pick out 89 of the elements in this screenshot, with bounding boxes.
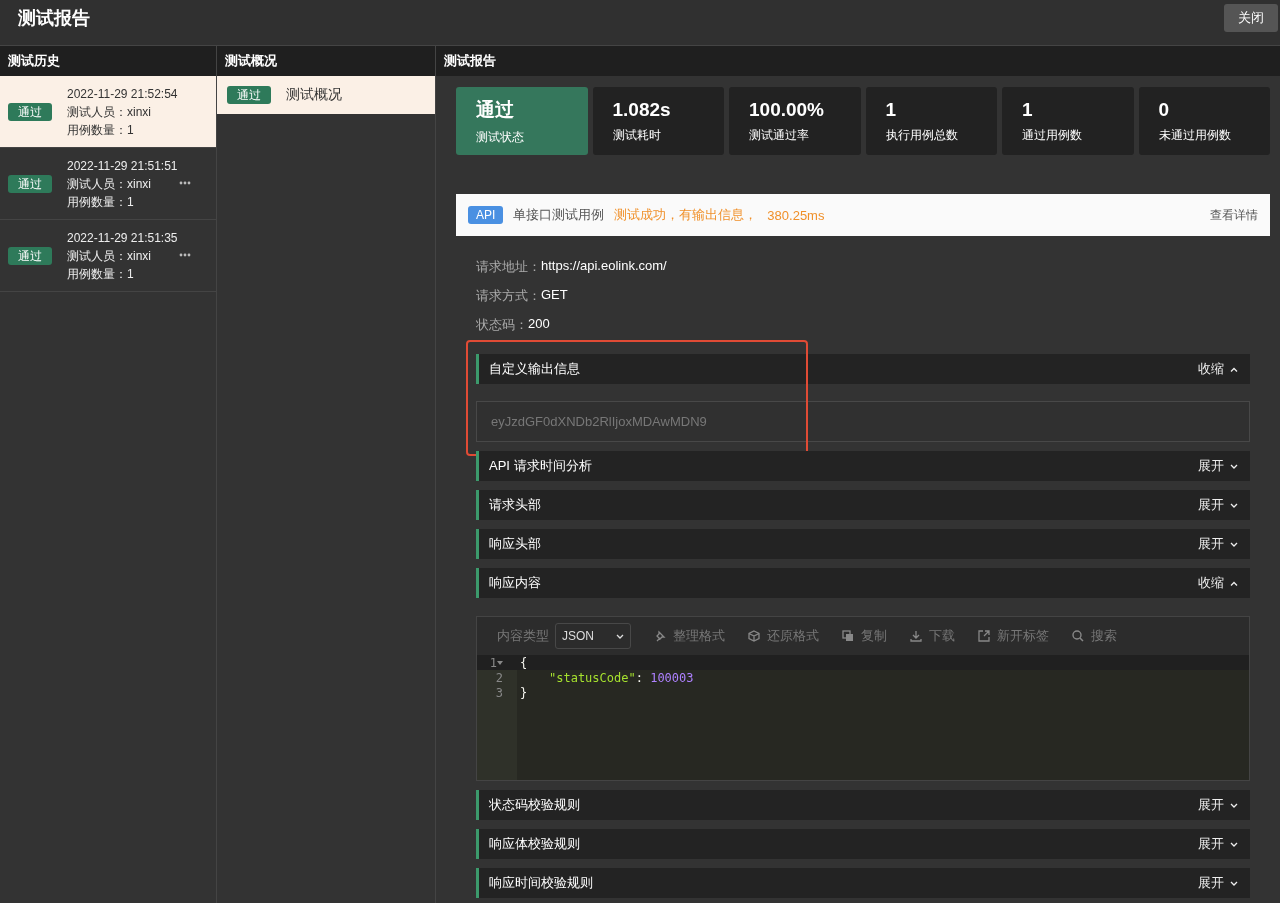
info-label: 请求方式： (476, 287, 541, 305)
toggle-link[interactable]: 展开 (1198, 457, 1238, 475)
section-title: 自定义输出信息 (489, 360, 580, 378)
summary-label: 未通过用例数 (1158, 126, 1232, 144)
info-value: https://api.eolink.com/ (541, 258, 667, 273)
section-title: 响应内容 (489, 574, 541, 592)
history-item[interactable]: 通过 2022-11-29 21:51:51 测试人员：xinxi 用例数量：1 (0, 148, 216, 220)
history-case-count: 用例数量：1 (67, 193, 135, 211)
code-editor[interactable]: 1 2 3 { "statusCode": 100003 } (477, 655, 1249, 780)
summary-value: 1 (1022, 98, 1034, 121)
line-number: 2 (495, 670, 503, 685)
summary-value: 1 (885, 98, 898, 121)
close-button[interactable]: 关闭 (1224, 4, 1278, 32)
history-case-count: 用例数量：1 (67, 265, 135, 283)
content-type-select[interactable]: JSON (555, 623, 631, 649)
section-title: 状态码校验规则 (489, 796, 580, 814)
api-badge: API (468, 206, 504, 224)
panel-title: 测试报告 (436, 46, 1280, 76)
toggle-link[interactable]: 展开 (1198, 535, 1238, 553)
section-title: API 请求时间分析 (489, 457, 592, 475)
more-icon[interactable] (179, 253, 191, 257)
summary-value: 1.082s (612, 98, 672, 121)
case-duration: 380.25ms (767, 207, 825, 223)
code-line: "statusCode": 100003 (548, 670, 694, 685)
history-tester: 测试人员：xinxi (67, 103, 152, 121)
summary-label: 测试状态 (476, 128, 525, 146)
summary-label: 测试耗时 (612, 126, 662, 144)
info-value: 200 (528, 316, 550, 331)
content-type-label: 内容类型 (497, 627, 549, 645)
search-icon (1071, 629, 1085, 643)
chevron-up-icon (1230, 366, 1238, 372)
toggle-link[interactable]: 展开 (1198, 874, 1238, 892)
window-title: 测试报告 (18, 7, 90, 30)
chevron-up-icon (1230, 580, 1238, 586)
info-label: 请求地址： (476, 258, 541, 276)
status-badge: 通过 (8, 174, 52, 193)
history-case-count: 用例数量：1 (67, 121, 135, 139)
toggle-link[interactable]: 展开 (1198, 796, 1238, 814)
code-line: } (520, 685, 528, 700)
line-number: 1 (489, 655, 497, 670)
history-tester: 测试人员：xinxi (67, 247, 152, 265)
info-value: GET (541, 287, 568, 302)
history-item[interactable]: 通过 2022-11-29 21:51:35 测试人员：xinxi 用例数量：1 (0, 220, 216, 292)
status-badge: 通过 (8, 102, 52, 121)
copy-icon (841, 629, 855, 643)
summary-label: 通过用例数 (1022, 126, 1083, 144)
section-title: 响应头部 (489, 535, 541, 553)
status-badge: 通过 (227, 86, 271, 104)
case-name: 单接口测试用例 (513, 206, 605, 224)
summary-value: 通过 (476, 97, 515, 122)
overview-label: 测试概况 (286, 86, 342, 104)
history-time: 2022-11-29 21:51:35 (67, 229, 178, 247)
fold-icon (497, 660, 503, 665)
toggle-link[interactable]: 展开 (1198, 496, 1238, 514)
output-field: eyJzdGF0dXNDb2RlIjoxMDAwMDN9 (476, 401, 1250, 442)
chevron-down-icon (1230, 502, 1238, 508)
code-line: { (520, 655, 528, 670)
panel-title: 测试概况 (217, 46, 435, 76)
overview-item[interactable]: 通过 测试概况 (217, 76, 435, 114)
section-title: 响应时间校验规则 (489, 874, 593, 892)
toggle-link[interactable]: 收缩 (1198, 574, 1238, 592)
chevron-down-icon (1230, 802, 1238, 808)
line-number: 3 (495, 685, 503, 700)
summary-label: 执行用例总数 (885, 126, 959, 144)
history-time: 2022-11-29 21:51:51 (67, 157, 178, 175)
panel-title: 测试历史 (0, 46, 216, 76)
status-badge: 通过 (8, 246, 52, 265)
more-icon[interactable] (179, 181, 191, 185)
case-result: 测试成功，有输出信息， (614, 206, 758, 224)
summary-value: 0 (1158, 98, 1171, 121)
chevron-down-icon (1230, 841, 1238, 847)
history-time: 2022-11-29 21:52:54 (67, 85, 178, 103)
caret-icon (616, 633, 624, 639)
summary-label: 测试通过率 (749, 126, 810, 144)
section-title: 响应体校验规则 (489, 835, 580, 853)
cube-icon (747, 629, 761, 643)
chevron-down-icon (1230, 463, 1238, 469)
external-link-icon (977, 629, 991, 643)
toggle-link[interactable]: 收缩 (1198, 360, 1238, 378)
info-label: 状态码： (476, 316, 528, 334)
section-title: 请求头部 (489, 496, 541, 514)
details-link[interactable]: 查看详情 (1210, 206, 1258, 224)
download-icon (909, 629, 923, 643)
history-item[interactable]: 通过 2022-11-29 21:52:54 测试人员：xinxi 用例数量：1 (0, 76, 216, 148)
toggle-link[interactable]: 展开 (1198, 835, 1238, 853)
chevron-down-icon (1230, 541, 1238, 547)
history-tester: 测试人员：xinxi (67, 175, 152, 193)
summary-value: 100.00% (749, 98, 825, 121)
chevron-down-icon (1230, 880, 1238, 886)
